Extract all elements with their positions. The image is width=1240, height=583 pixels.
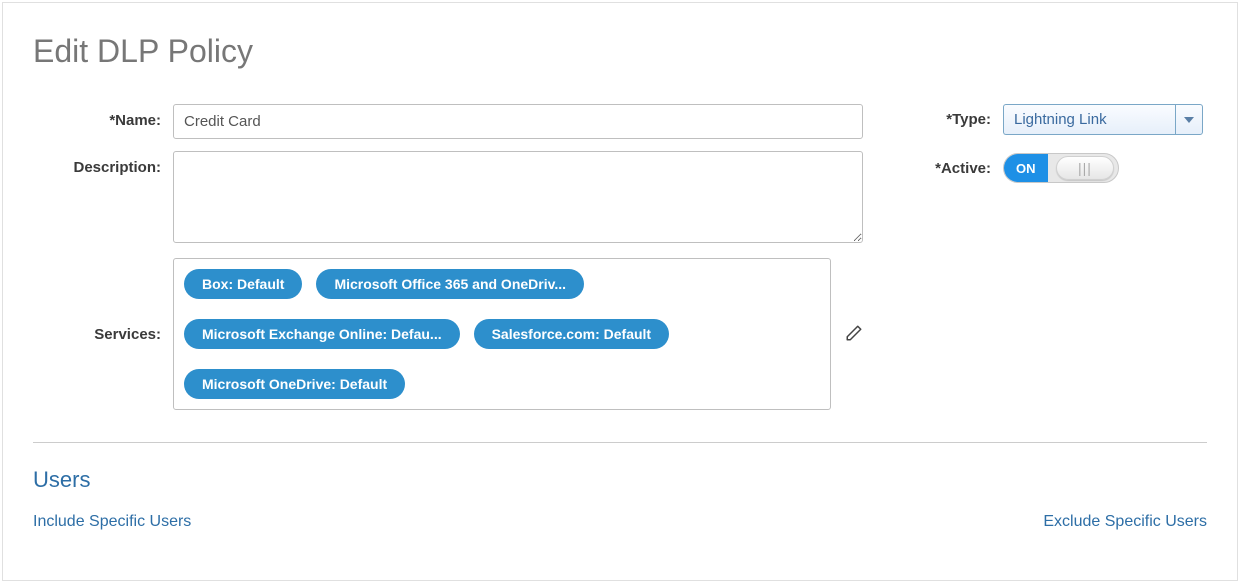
type-label: *Type: <box>923 111 1003 128</box>
service-chip[interactable]: Microsoft Exchange Online: Defau... <box>184 319 460 349</box>
chevron-down-icon[interactable] <box>1175 104 1203 135</box>
active-label: *Active: <box>923 160 1003 177</box>
service-chip[interactable]: Box: Default <box>184 269 302 299</box>
divider <box>33 442 1207 443</box>
service-chip[interactable]: Microsoft OneDrive: Default <box>184 369 405 399</box>
users-columns: Include Specific Users Exclude Specific … <box>33 513 1207 531</box>
service-chip[interactable]: Salesforce.com: Default <box>474 319 670 349</box>
services-box: Box: Default Microsoft Office 365 and On… <box>173 258 831 410</box>
type-select[interactable]: Lightning Link <box>1003 104 1203 135</box>
include-users-title: Include Specific Users <box>33 513 191 531</box>
page-container: Edit DLP Policy *Name: Description: Serv… <box>2 2 1238 581</box>
name-row: *Name: <box>33 104 863 139</box>
services-label: Services: <box>33 326 173 343</box>
toggle-on-label: ON <box>1004 154 1048 182</box>
description-input[interactable] <box>173 151 863 243</box>
page-title: Edit DLP Policy <box>33 33 1207 70</box>
toggle-knob: ||| <box>1056 156 1114 180</box>
type-row: *Type: Lightning Link <box>923 104 1207 135</box>
active-row: *Active: ON ||| <box>923 153 1207 183</box>
active-toggle[interactable]: ON ||| <box>1003 153 1119 183</box>
description-label: Description: <box>33 151 173 176</box>
right-column: *Type: Lightning Link *Active: ON ||| <box>923 104 1207 422</box>
type-select-value: Lightning Link <box>1003 104 1175 135</box>
description-row: Description: <box>33 151 863 246</box>
service-chip[interactable]: Microsoft Office 365 and OneDriv... <box>316 269 584 299</box>
name-label: *Name: <box>33 104 173 129</box>
users-section-title: Users <box>33 467 1207 493</box>
pencil-icon[interactable] <box>845 324 863 345</box>
exclude-users-title: Exclude Specific Users <box>1043 513 1207 531</box>
name-input[interactable] <box>173 104 863 139</box>
services-row: Services: Box: Default Microsoft Office … <box>33 258 863 410</box>
form-area: *Name: Description: Services: Box: Defau… <box>33 104 1207 422</box>
left-column: *Name: Description: Services: Box: Defau… <box>33 104 863 422</box>
